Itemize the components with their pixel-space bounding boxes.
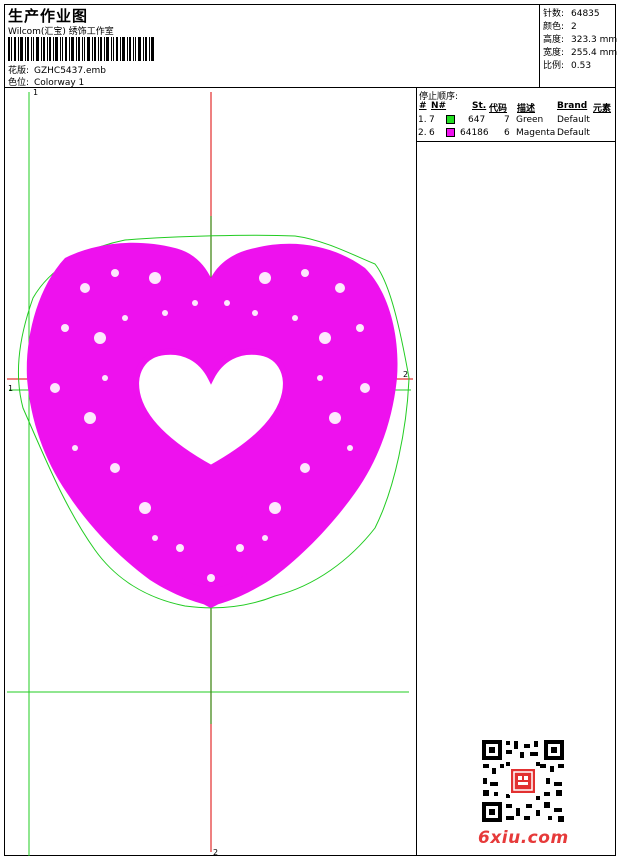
embroidery-design-canvas: [7, 92, 413, 856]
colorway-label: 色位:: [8, 78, 30, 88]
barcode-icon: [8, 37, 154, 61]
colorway-line: 色位: Colorway 1: [8, 75, 84, 88]
guide-label-v2: 2: [213, 848, 219, 857]
stat-width: 宽度: 255.4 mm: [543, 48, 618, 58]
color-swatch: [446, 128, 455, 137]
page-title: 生产作业图: [8, 7, 89, 25]
guide-label-h2: 2: [403, 370, 409, 379]
col-header-stitches: St.: [472, 101, 487, 111]
stop-sequence-panel: 停止顺序: # N# St. 代码 描述 Brand 元素 1. 7 647 7…: [416, 88, 616, 142]
col-header-element: 元素: [593, 104, 612, 114]
col-header-desc: 描述: [517, 104, 536, 114]
watermark-text: 6xiu.com: [478, 828, 569, 848]
color-swatch: [446, 115, 455, 124]
colorway-value: Colorway 1: [34, 78, 85, 88]
guide-label-v1: 1: [33, 88, 39, 97]
col-header-index: #: [419, 101, 427, 111]
qr-code-icon: [480, 738, 566, 824]
stat-stitches: 针数: 64835: [543, 9, 600, 19]
stat-height: 高度: 323.3 mm: [543, 35, 618, 45]
col-header-code: 代码: [489, 104, 508, 114]
stat-scale: 比例: 0.53: [543, 61, 592, 71]
guide-label-h1: 1: [8, 384, 14, 393]
stat-colors: 颜色: 2: [543, 22, 577, 32]
company-name: Wilcom(汇宝) 绣饰工作室: [8, 27, 114, 37]
col-header-needle: N#: [431, 101, 447, 111]
col-header-brand: Brand: [557, 101, 588, 111]
